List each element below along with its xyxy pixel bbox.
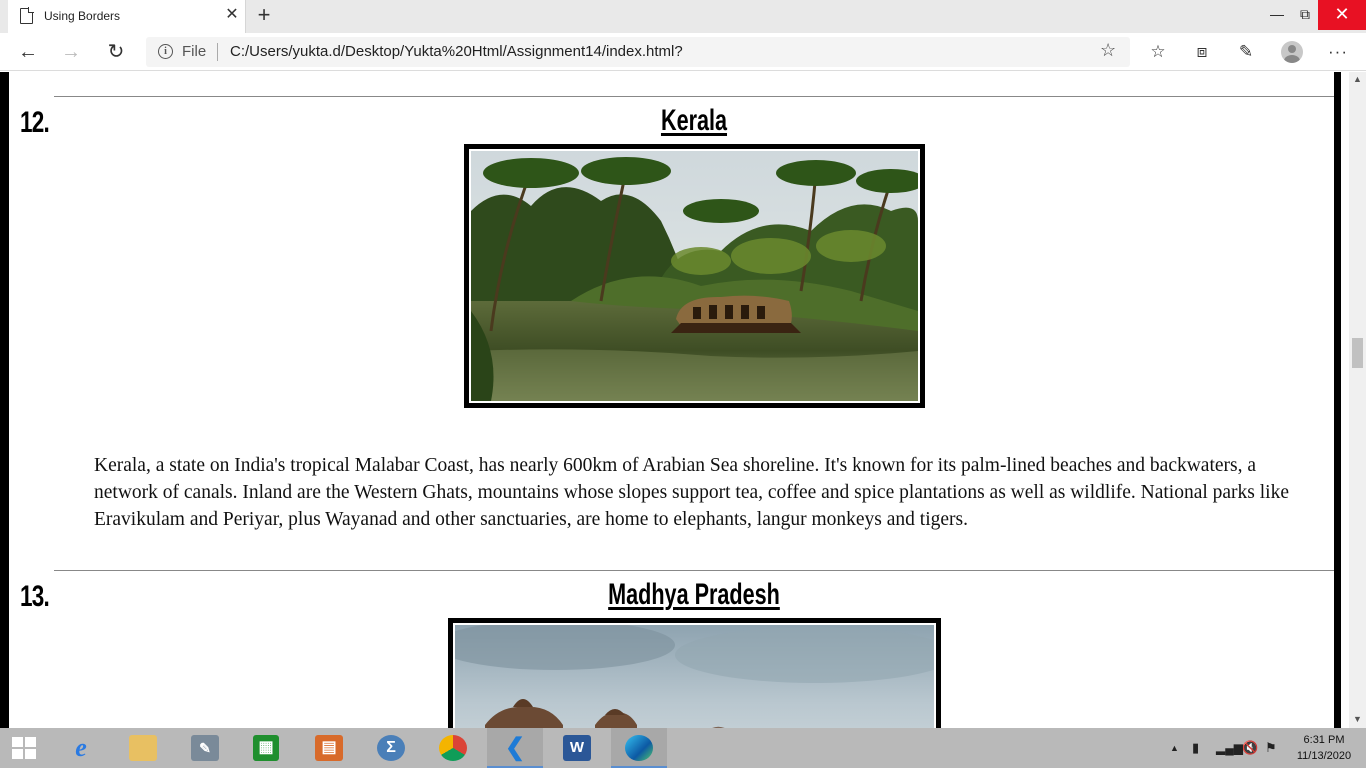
address-box[interactable]: i File C:/Users/yukta.d/Desktop/Yukta%20… bbox=[146, 37, 1130, 67]
section-divider bbox=[54, 96, 1334, 97]
store-icon: ▦ bbox=[253, 735, 279, 761]
clock-date: 11/13/2020 bbox=[1296, 750, 1352, 762]
profile-avatar[interactable] bbox=[1281, 41, 1303, 63]
volume-muted-icon[interactable]: 🔇 bbox=[1242, 728, 1258, 768]
feedback-icon[interactable]: ✎ bbox=[1235, 41, 1257, 63]
url-separator bbox=[217, 43, 218, 61]
office-app-icon: ▤ bbox=[315, 735, 343, 761]
network-signal-icon[interactable]: ▂▄▆ bbox=[1216, 728, 1243, 768]
sigma-icon: Σ bbox=[377, 735, 405, 761]
close-tab-icon[interactable]: ✕ bbox=[222, 5, 242, 25]
section-divider bbox=[54, 570, 1334, 571]
minimize-button[interactable]: — bbox=[1262, 0, 1292, 30]
taskbar-vscode[interactable]: ❮ bbox=[487, 728, 543, 768]
item-description-kerala: Kerala, a state on India's tropical Mala… bbox=[94, 455, 1290, 530]
back-button[interactable]: ← bbox=[15, 39, 41, 65]
item-number: 12. bbox=[20, 106, 50, 139]
media-app-icon: ✎ bbox=[191, 735, 219, 761]
page-viewport: 12. Kerala Kerala, a state on India's tr… bbox=[0, 72, 1349, 728]
reload-button[interactable]: ↻ bbox=[103, 39, 129, 65]
item-number: 13. bbox=[20, 580, 50, 613]
taskbar-chrome[interactable] bbox=[425, 728, 481, 768]
madhya-pradesh-photo bbox=[455, 625, 934, 728]
file-label: File bbox=[182, 43, 207, 60]
restore-button[interactable]: ⧉ bbox=[1290, 0, 1320, 30]
taskbar-calculator-app[interactable]: Σ bbox=[363, 728, 419, 768]
word-icon: W bbox=[563, 735, 591, 761]
close-window-button[interactable]: ✕ bbox=[1318, 0, 1366, 30]
navigation-bar: ← → ↻ i File C:/Users/yukta.d/Desktop/Yu… bbox=[0, 33, 1366, 71]
taskbar-internet-explorer[interactable]: e bbox=[53, 728, 109, 768]
taskbar-word[interactable]: W bbox=[549, 728, 605, 768]
vertical-scrollbar[interactable]: ▲ ▼ bbox=[1349, 72, 1366, 728]
url-input[interactable]: C:/Users/yukta.d/Desktop/Yukta%20Html/As… bbox=[230, 43, 683, 60]
taskbar-office-app[interactable]: ▤ bbox=[301, 728, 357, 768]
action-center-flag-icon[interactable]: ⚑ bbox=[1265, 728, 1277, 768]
chrome-icon bbox=[439, 735, 467, 761]
taskbar-store[interactable]: ▦ bbox=[239, 728, 295, 768]
tab-strip: Using Borders ✕ + — ⧉ ✕ bbox=[0, 0, 1366, 33]
taskbar-edge[interactable] bbox=[611, 728, 667, 768]
vscode-icon: ❮ bbox=[504, 734, 526, 761]
scroll-up-icon[interactable]: ▲ bbox=[1353, 74, 1362, 84]
kerala-image bbox=[464, 144, 925, 408]
kerala-backwaters-photo bbox=[471, 151, 918, 401]
internet-explorer-icon: e bbox=[75, 733, 87, 762]
item-title-kerala: Kerala bbox=[660, 104, 728, 137]
info-icon[interactable]: i bbox=[158, 44, 173, 59]
edge-icon bbox=[625, 735, 653, 761]
collections-icon[interactable]: ⧈ bbox=[1191, 41, 1213, 63]
favorite-star-icon[interactable]: ☆ bbox=[1100, 40, 1116, 61]
show-hidden-icons-icon[interactable]: ▲ bbox=[1170, 728, 1179, 768]
tab-title: Using Borders bbox=[44, 9, 121, 23]
page-icon bbox=[20, 7, 34, 24]
browser-tab[interactable]: Using Borders ✕ bbox=[8, 0, 246, 33]
page-border-right bbox=[1334, 72, 1341, 728]
scrollbar-thumb[interactable] bbox=[1352, 338, 1363, 368]
clock-time: 6:31 PM bbox=[1303, 734, 1345, 746]
start-button[interactable] bbox=[0, 728, 50, 768]
madhya-pradesh-image bbox=[448, 618, 941, 728]
windows-logo-icon bbox=[12, 737, 36, 759]
new-tab-button[interactable]: + bbox=[252, 3, 276, 27]
more-menu-icon[interactable]: ··· bbox=[1327, 41, 1349, 63]
windows-taskbar: e ✎ ▦ ▤ Σ ❮ W ▲ ▮ ▂▄▆ 🔇 ⚑ 6:31 PM 11/13/… bbox=[0, 728, 1366, 768]
taskbar-clock[interactable]: 6:31 PM 11/13/2020 bbox=[1292, 732, 1356, 764]
taskbar-media-app[interactable]: ✎ bbox=[177, 728, 233, 768]
forward-button[interactable]: → bbox=[58, 39, 84, 65]
scroll-down-icon[interactable]: ▼ bbox=[1353, 714, 1362, 724]
item-title-madhya-pradesh: Madhya Pradesh bbox=[608, 578, 780, 611]
folder-icon bbox=[129, 735, 157, 761]
favorites-icon[interactable]: ☆ bbox=[1147, 41, 1169, 63]
taskbar-file-explorer[interactable] bbox=[115, 728, 171, 768]
page-border-left bbox=[0, 72, 9, 728]
battery-icon[interactable]: ▮ bbox=[1192, 728, 1199, 768]
